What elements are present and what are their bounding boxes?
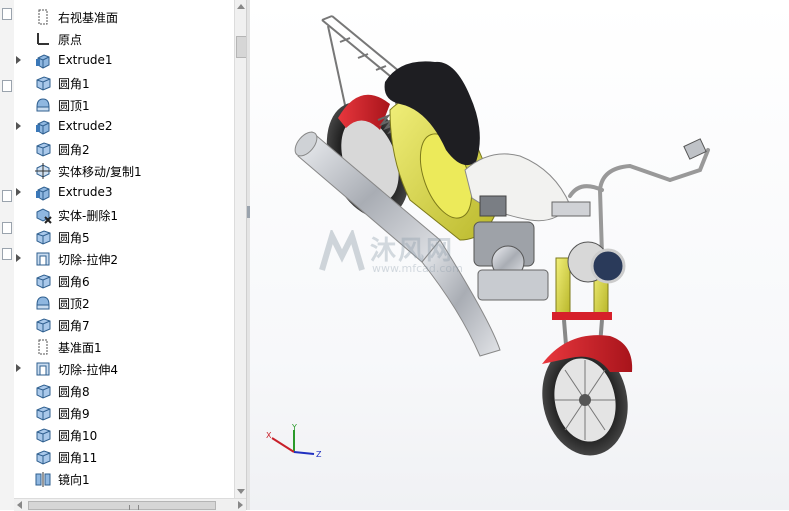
expand-arrow-icon[interactable] [16,364,21,372]
triad-z-label: Z [316,450,322,459]
fillet-icon [34,404,52,422]
plane-icon [34,8,52,26]
origin-icon [34,30,52,48]
feature-tree: 右视基准面原点 Extrude1 圆角1 圆顶1 Extrude2 圆角2 实体移动/复制1… [14,0,234,498]
triad-x-label: X [266,431,272,440]
scroll-right-arrow-icon[interactable] [238,501,243,509]
grip-icon [129,505,139,510]
plane-icon [34,338,52,356]
side-toolbar-strip [0,0,14,510]
tree-item-label: 实体移动/复制1 [58,165,142,179]
dome-icon [34,294,52,312]
tree-item[interactable]: 镜向1 [14,468,234,490]
tree-item[interactable]: 圆角8 [14,380,234,402]
mirror-icon [34,470,52,488]
scroll-down-arrow-icon[interactable] [237,489,245,494]
front-wheel [542,335,633,456]
tree-item[interactable]: 切除-拉伸2 [14,248,234,270]
tree-item[interactable]: 圆角10 [14,424,234,446]
dome-icon [34,96,52,114]
scroll-up-arrow-icon[interactable] [237,4,245,9]
expand-arrow-icon[interactable] [16,188,21,196]
expand-arrow-icon[interactable] [16,56,21,64]
tree-item[interactable]: 圆角9 [14,402,234,424]
triad-y-label: Y [291,424,297,432]
tree-item[interactable]: 圆角2 [14,138,234,160]
tree-item-label: 圆角8 [58,385,90,399]
tree-item[interactable]: 圆角11 [14,446,234,468]
tree-item-label: Extrude2 [58,119,113,133]
fillet-icon [34,382,52,400]
watermark: 沐风网 www.mfcad.com [318,230,478,290]
tree-item[interactable]: 原点 [14,28,234,50]
tree-item[interactable]: 实体移动/复制1 [14,160,234,182]
headlight [567,241,626,284]
fillet-icon [34,140,52,158]
tree-item[interactable]: 圆角5 [14,226,234,248]
tree-item[interactable]: 圆角6 [14,270,234,292]
watermark-logo-icon [319,230,365,271]
graphics-viewport[interactable]: 沐风网 www.mfcad.com Y X Z [250,0,789,510]
tree-item-label: Extrude1 [58,53,113,67]
expand-arrow-icon[interactable] [16,254,21,262]
tree-item-label: 圆角6 [58,275,90,289]
fillet-icon [34,228,52,246]
cut-extrude-icon [34,250,52,268]
tree-item-label: 圆角11 [58,451,98,465]
tree-item-label: 圆角5 [58,231,90,245]
watermark-url: www.mfcad.com [372,262,463,275]
tree-item[interactable]: 圆角1 [14,72,234,94]
tree-item[interactable]: Extrude1 [14,50,234,72]
fillet-icon [34,74,52,92]
toolbar-button[interactable] [2,248,12,260]
fillet-icon [34,316,52,334]
tree-item-label: 圆角1 [58,77,90,91]
tree-item-label: 切除-拉伸4 [58,363,118,377]
tree-item-label: 基准面1 [58,341,102,355]
move-copy-icon [34,162,52,180]
tree-item-label: 圆顶2 [58,297,90,311]
mirror [683,138,707,160]
tree-item-label: 圆角7 [58,319,90,333]
toolbar-button[interactable] [2,222,12,234]
tree-item-label: 圆角10 [58,429,98,443]
expand-arrow-icon[interactable] [16,122,21,130]
tree-item[interactable]: Extrude3 [14,182,234,204]
tree-item[interactable]: 圆顶1 [14,94,234,116]
fillet-icon [34,426,52,444]
tree-item[interactable]: 切除-拉伸4 [14,358,234,380]
tree-item-label: 右视基准面 [58,11,119,25]
tree-item-label: 圆角2 [58,143,90,157]
delete-body-icon [34,206,52,224]
extrude-icon [34,184,52,202]
tree-item[interactable]: 实体-删除1 [14,204,234,226]
scroll-left-arrow-icon[interactable] [17,501,22,509]
tree-item[interactable]: 圆角7 [14,314,234,336]
toolbar-button[interactable] [2,80,12,92]
tree-item-label: 切除-拉伸2 [58,253,118,267]
tree-item[interactable]: 基准面1 [14,336,234,358]
tree-item-label: 原点 [58,33,83,47]
tree-item[interactable]: 右视基准面 [14,6,234,28]
toolbar-button[interactable] [2,8,12,20]
tree-item-label: 镜向1 [58,473,90,487]
extrude-icon [34,118,52,136]
coordinate-triad: Y X Z [266,424,322,459]
tree-item-label: 圆角9 [58,407,90,421]
handlebars [568,148,710,257]
toolbar-button[interactable] [2,190,12,202]
extrude-icon [34,52,52,70]
tree-item-label: 圆顶1 [58,99,90,113]
tree-item-label: Extrude3 [58,185,113,199]
tree-item-label: 实体-删除1 [58,209,118,223]
tree-item[interactable]: Extrude2 [14,116,234,138]
tree-horizontal-scrollbar[interactable] [14,498,246,511]
cut-extrude-icon [34,360,52,378]
fillet-icon [34,272,52,290]
scroll-thumb[interactable] [28,501,216,510]
tree-item[interactable]: 圆顶2 [14,292,234,314]
fillet-icon [34,448,52,466]
